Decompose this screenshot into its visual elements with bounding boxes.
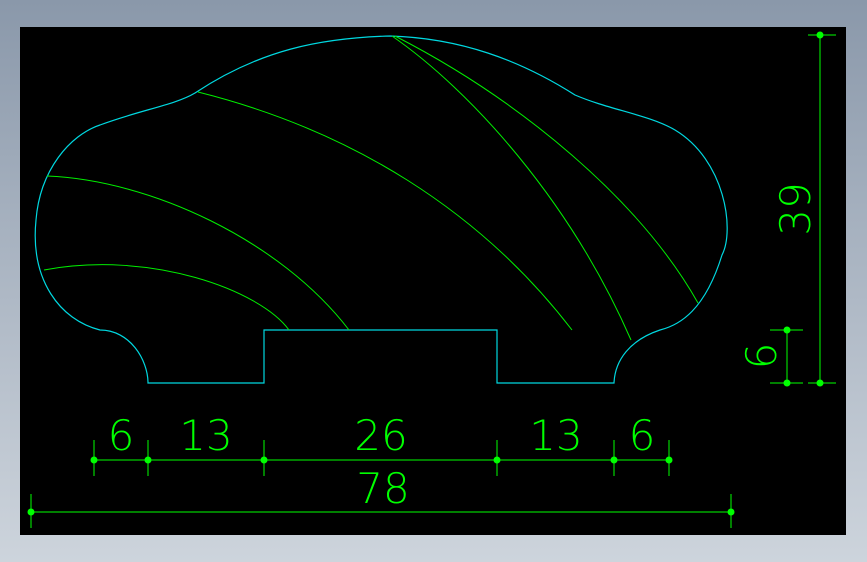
overall-height-dimension: 39 bbox=[771, 31, 836, 387]
segment-label-5: 6 bbox=[629, 411, 656, 460]
segment-label-2: 13 bbox=[179, 411, 232, 460]
dimension-node bbox=[144, 456, 152, 464]
grain-line-1 bbox=[43, 264, 290, 331]
dimension-node bbox=[727, 508, 735, 516]
dimension-node bbox=[783, 326, 791, 334]
grain-line-4 bbox=[391, 35, 632, 341]
segment-label-3: 26 bbox=[354, 411, 407, 460]
dimension-node bbox=[90, 456, 98, 464]
step-height-dimension: 6 bbox=[737, 326, 803, 387]
overall-width-label: 78 bbox=[356, 464, 409, 513]
dimension-node bbox=[783, 379, 791, 387]
dimension-node bbox=[610, 456, 618, 464]
cad-drawing: 6 13 26 13 6 78 39 6 bbox=[27, 31, 836, 528]
overall-width-dimension: 78 bbox=[27, 464, 735, 528]
dimension-node bbox=[260, 456, 268, 464]
grain-line-3 bbox=[197, 91, 573, 331]
grain-line-2 bbox=[46, 175, 350, 331]
dimension-node bbox=[816, 31, 824, 39]
step-height-label: 6 bbox=[737, 343, 786, 370]
handrail-profile-outline bbox=[34, 35, 728, 384]
segment-label-1: 6 bbox=[108, 411, 135, 460]
overall-height-label: 39 bbox=[771, 182, 820, 235]
dimension-node bbox=[816, 379, 824, 387]
grain-line-5 bbox=[394, 35, 699, 304]
dimension-node bbox=[493, 456, 501, 464]
segment-label-4: 13 bbox=[529, 411, 582, 460]
dimension-node bbox=[665, 456, 673, 464]
dimension-node bbox=[27, 508, 35, 516]
